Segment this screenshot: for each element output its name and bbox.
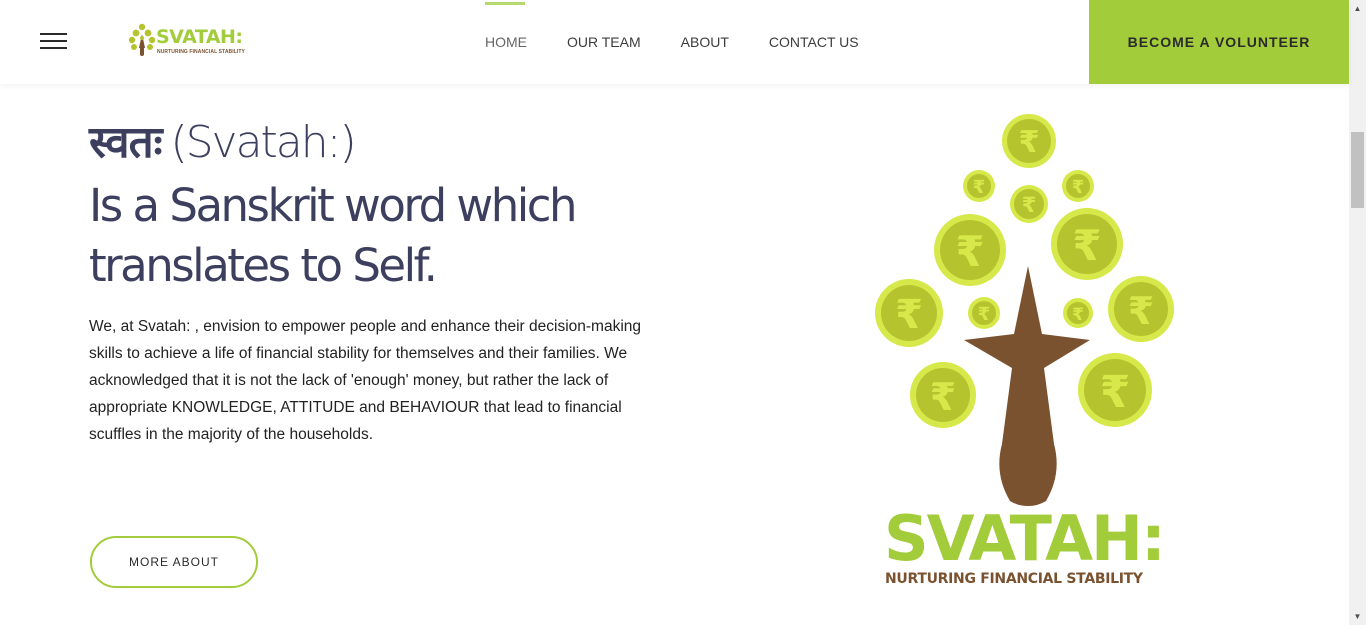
menu-bar bbox=[40, 47, 67, 49]
coin: ₹ bbox=[1108, 276, 1174, 342]
site-header: SVATAH: NURTURING FINANCIAL STABILITY HO… bbox=[0, 0, 1349, 84]
nav-about[interactable]: ABOUT bbox=[681, 0, 729, 84]
logo-tagline: NURTURING FINANCIAL STABILITY bbox=[157, 49, 245, 55]
scrollbar-thumb[interactable] bbox=[1351, 132, 1364, 208]
nav-contact-us[interactable]: CONTACT US bbox=[769, 0, 859, 84]
svg-text:₹: ₹ bbox=[1022, 193, 1037, 217]
svg-text:₹: ₹ bbox=[955, 227, 984, 276]
coin: ₹ bbox=[1078, 353, 1152, 427]
become-volunteer-button[interactable]: BECOME A VOLUNTEER bbox=[1089, 0, 1349, 84]
coin: ₹ bbox=[1063, 298, 1093, 328]
svg-text:₹: ₹ bbox=[1072, 221, 1101, 270]
brand-tagline: NURTURING FINANCIAL STABILITY bbox=[885, 571, 1143, 587]
scroll-up-arrow-icon[interactable]: ▲ bbox=[1349, 0, 1366, 17]
coin: ₹ bbox=[968, 297, 1000, 329]
coin: ₹ bbox=[910, 362, 976, 428]
coin: ₹ bbox=[1062, 170, 1094, 202]
logo-wordmark: SVATAH: bbox=[156, 26, 243, 48]
hero-description: We, at Svatah: , envision to empower peo… bbox=[89, 318, 642, 443]
nav-home[interactable]: HOME bbox=[485, 0, 527, 84]
page-scrollbar[interactable]: ▲ ▼ bbox=[1349, 0, 1366, 625]
nav-our-team[interactable]: OUR TEAM bbox=[567, 0, 641, 84]
coin: ₹ bbox=[934, 214, 1006, 286]
svg-text:₹: ₹ bbox=[1019, 125, 1040, 160]
svg-text:₹: ₹ bbox=[1072, 305, 1084, 325]
site-logo[interactable]: SVATAH: NURTURING FINANCIAL STABILITY bbox=[126, 22, 248, 60]
svg-text:₹: ₹ bbox=[978, 304, 991, 325]
hamburger-menu-icon[interactable] bbox=[40, 32, 68, 52]
svg-text:₹: ₹ bbox=[930, 375, 956, 419]
coin: ₹ bbox=[1051, 208, 1123, 280]
brand-wordmark: SVATAH: bbox=[884, 502, 1166, 575]
main-navigation: HOME OUR TEAM ABOUT CONTACT US bbox=[485, 0, 899, 84]
hero-title-transliteration: (Svatah:) bbox=[170, 117, 356, 168]
coin: ₹ bbox=[875, 279, 943, 347]
hero-subtitle-line-2: translates to Self. bbox=[89, 239, 438, 292]
menu-bar bbox=[40, 40, 67, 42]
hero-title-devanagari: स्वतः bbox=[89, 117, 163, 168]
coin: ₹ bbox=[963, 170, 995, 202]
menu-bar bbox=[40, 33, 67, 35]
svg-text:₹: ₹ bbox=[1128, 289, 1154, 333]
svg-text:₹: ₹ bbox=[895, 292, 923, 338]
svg-text:₹: ₹ bbox=[1072, 177, 1085, 198]
hero-title: स्वतः (Svatah:) Is a Sanskrit word which… bbox=[89, 110, 729, 296]
more-about-button[interactable]: MORE ABOUT bbox=[90, 536, 258, 588]
hero-title-line: स्वतः (Svatah:) bbox=[89, 110, 729, 176]
coin: ₹ bbox=[1002, 114, 1056, 168]
svg-text:₹: ₹ bbox=[973, 177, 986, 198]
hero-subtitle-line-1: Is a Sanskrit word which bbox=[89, 179, 578, 232]
svg-text:₹: ₹ bbox=[1100, 367, 1131, 418]
coin: ₹ bbox=[1010, 185, 1048, 223]
logo-tree-icon bbox=[128, 23, 156, 56]
scroll-down-arrow-icon[interactable]: ▼ bbox=[1349, 608, 1366, 625]
